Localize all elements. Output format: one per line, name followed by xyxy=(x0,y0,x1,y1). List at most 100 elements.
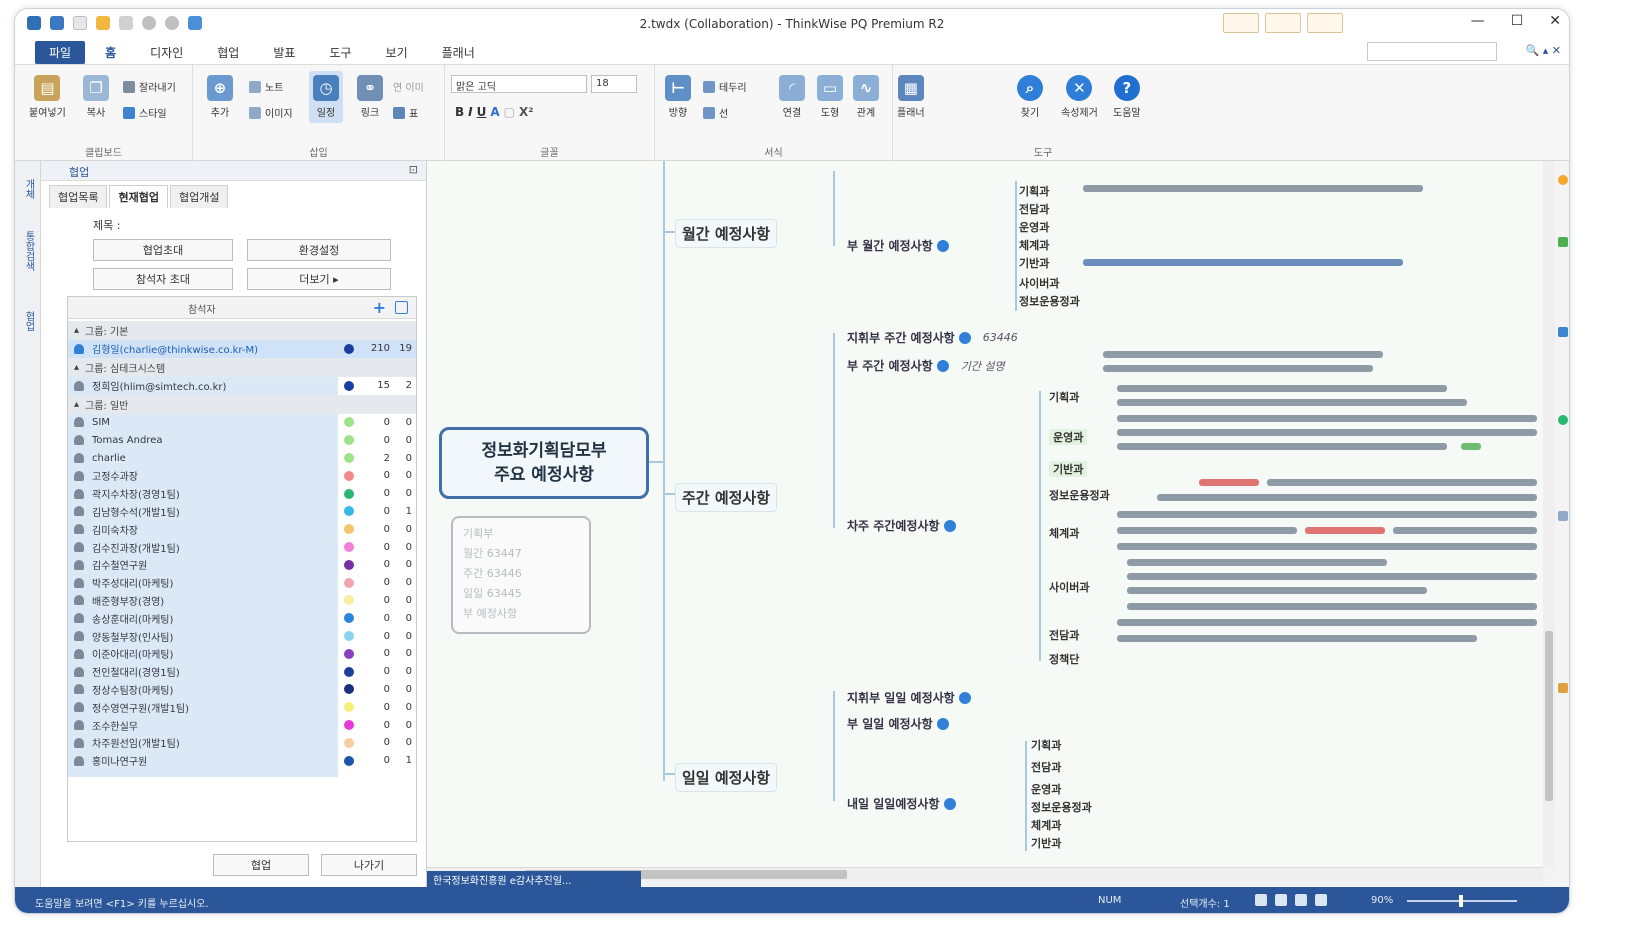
add-topic-button[interactable]: ⊕ 추가 xyxy=(207,75,233,119)
dept-weekly-dedicated[interactable]: 전담과 xyxy=(1049,627,1079,643)
group-header[interactable]: ▴ 그룹: 심테크시스템 xyxy=(68,357,416,377)
dept-daily-infra[interactable]: 기반과 xyxy=(1031,835,1061,851)
participant-row[interactable]: 곽지수차장(경영1팀) 0 0 xyxy=(68,485,416,503)
bold-icon[interactable]: B xyxy=(455,105,464,119)
dept-monthly-dedicated[interactable]: 전담과 xyxy=(1019,201,1049,217)
collapse-icon[interactable]: ▴ xyxy=(74,325,79,336)
view-outline-icon[interactable] xyxy=(1275,894,1287,906)
menu-home[interactable]: 홈 xyxy=(91,41,130,64)
highlight-icon[interactable]: ▢ xyxy=(504,105,515,119)
view-fit-icon[interactable] xyxy=(1315,894,1327,906)
subtopic-weekly[interactable]: 부 주간 예정사항 기간 설명 xyxy=(847,357,1005,374)
cut-button[interactable]: 잘라내기 xyxy=(123,79,176,94)
side-tab-collab[interactable]: 협업 xyxy=(21,311,36,331)
dept-monthly-operation[interactable]: 운영과 xyxy=(1019,219,1049,235)
find-button[interactable]: ⌕ 찾기 xyxy=(1017,75,1043,119)
participant-row[interactable]: 이준아대리(마케팅) 0 0 xyxy=(68,645,416,663)
participant-row[interactable]: 양동철부장(인사팀) 0 0 xyxy=(68,627,416,645)
dept-daily-ops-info[interactable]: 정보운용정과 xyxy=(1031,799,1092,815)
copy-button[interactable]: ❐ 복사 xyxy=(83,75,109,119)
help-button[interactable]: ? 도움말 xyxy=(1113,75,1141,119)
participant-row[interactable]: charlie 2 0 xyxy=(68,449,416,467)
mindmap-canvas[interactable]: 정보화기획담모부 주요 예정사항 기획부 월간 63447 주간 63446 일… xyxy=(427,161,1543,867)
subtopic-daily-next[interactable]: 내일 일일예정사항 xyxy=(847,795,956,812)
topic-daily[interactable]: 일일 예정사항 xyxy=(675,763,778,792)
superscript-icon[interactable]: X² xyxy=(519,105,534,119)
collapse-icon[interactable]: ▴ xyxy=(74,362,79,373)
participant-row[interactable]: 김형일(charlie@thinkwise.co.kr-M) 210 19 xyxy=(68,340,416,358)
participant-row[interactable]: 김미숙차장 0 0 xyxy=(68,520,416,538)
view-normal-icon[interactable] xyxy=(1255,894,1267,906)
collapse-icon[interactable]: ▴ xyxy=(74,399,79,410)
dept-daily-planning[interactable]: 기획과 xyxy=(1031,737,1061,753)
edit-icon[interactable] xyxy=(395,301,408,314)
globe-panel-icon[interactable] xyxy=(1558,415,1568,425)
vertical-scroll-thumb[interactable] xyxy=(1545,631,1553,801)
participant-row[interactable]: 고정수과장 0 0 xyxy=(68,467,416,485)
planner-button[interactable]: ▦ 플래너 xyxy=(897,75,925,119)
dept-weekly-operation[interactable]: 운영과 xyxy=(1049,429,1088,445)
participant-row[interactable]: 전인철대리(경영1팀) 0 0 xyxy=(68,663,416,681)
image-panel-icon[interactable] xyxy=(1558,237,1568,247)
dept-weekly-ops-info[interactable]: 정보운용정과 xyxy=(1049,487,1110,503)
dept-monthly-cyber[interactable]: 사이버과 xyxy=(1019,275,1059,291)
menu-collab[interactable]: 협업 xyxy=(203,41,253,64)
side-tab-search[interactable]: 통합검색 xyxy=(21,231,36,271)
dept-monthly-system[interactable]: 체계과 xyxy=(1019,237,1049,253)
vertical-scrollbar[interactable] xyxy=(1543,161,1555,867)
info-icon[interactable] xyxy=(1558,327,1568,337)
dept-daily-dedicated[interactable]: 전담과 xyxy=(1031,759,1061,775)
relation-button[interactable]: ∿ 관계 xyxy=(853,75,879,119)
folder-panel-icon[interactable] xyxy=(1558,683,1568,693)
menu-planner[interactable]: 플래너 xyxy=(428,41,489,64)
participant-row[interactable]: 홍미나연구원 0 1 xyxy=(68,752,416,770)
participant-row[interactable]: 송상훈대리(마케팅) 0 0 xyxy=(68,609,416,627)
direction-button[interactable]: ⊢ 방향 xyxy=(665,75,691,119)
group-header[interactable]: ▴ 그룹: 일반 xyxy=(68,394,416,414)
invite-member-button[interactable]: 참석자 초대 xyxy=(93,268,233,290)
font-family-select[interactable]: 맑은 고딕 xyxy=(451,75,587,93)
participant-row[interactable]: 조수한실무 0 0 xyxy=(68,716,416,734)
dept-daily-operation[interactable]: 운영과 xyxy=(1031,781,1061,797)
participant-row[interactable]: Tomas Andrea 0 0 xyxy=(68,431,416,449)
participant-row[interactable]: 김수진과장(개발1팀) 0 0 xyxy=(68,538,416,556)
participant-row[interactable]: 박주성대리(마케팅) 0 0 xyxy=(68,574,416,592)
subtopic-monthly[interactable]: 부 월간 예정사항 xyxy=(847,237,949,254)
dept-daily-system[interactable]: 체계과 xyxy=(1031,817,1061,833)
view-slide-icon[interactable] xyxy=(1295,894,1307,906)
more-insert-button[interactable]: 연 이미 xyxy=(393,79,424,94)
subtopic-daily[interactable]: 부 일일 예정사항 xyxy=(847,715,949,732)
minimize-button[interactable]: — xyxy=(1471,13,1485,29)
side-tab-objects[interactable]: 개체 xyxy=(21,179,36,199)
connect-button[interactable]: ◜ 연결 xyxy=(779,75,805,119)
menu-search-input[interactable] xyxy=(1367,42,1497,61)
menu-present[interactable]: 발표 xyxy=(259,41,309,64)
sheet-tab[interactable]: 한국정보화진흥원 e감사추진일... xyxy=(427,871,641,887)
participant-row[interactable]: 정수영연구원(개발1팀) 0 0 xyxy=(68,698,416,716)
subtopic-weekly-next[interactable]: 차주 주간예정사항 xyxy=(847,517,956,534)
participant-row[interactable]: 정희임(hlim@simtech.co.kr) 15 2 xyxy=(68,377,416,395)
participant-row[interactable]: 정상수팀장(마케팅) 0 0 xyxy=(68,681,416,699)
table-button[interactable]: 표 xyxy=(393,105,418,120)
zoom-slider-knob[interactable] xyxy=(1459,895,1463,907)
dept-weekly-policy[interactable]: 정책단 xyxy=(1049,651,1079,667)
idea-icon[interactable] xyxy=(1558,175,1568,185)
participant-row[interactable]: 배준형부장(경영) 0 0 xyxy=(68,592,416,610)
dept-monthly-ops-info[interactable]: 정보운용정과 xyxy=(1019,293,1080,309)
ribbon-options-icon[interactable]: 🔍 ▴ ✕ xyxy=(1526,44,1561,57)
participant-column-header[interactable]: 참석자 xyxy=(188,301,216,316)
topic-monthly[interactable]: 월간 예정사항 xyxy=(675,219,778,248)
image-button[interactable]: 이미지 xyxy=(249,105,293,120)
dept-weekly-cyber[interactable]: 사이버과 xyxy=(1049,579,1089,595)
collab-mode-icon[interactable] xyxy=(1223,13,1259,33)
font-size-select[interactable]: 18 xyxy=(591,75,637,93)
note-button[interactable]: 노트 xyxy=(249,79,283,94)
menu-tools[interactable]: 도구 xyxy=(315,41,365,64)
leave-button[interactable]: 나가기 xyxy=(321,854,417,876)
tab-collab-list[interactable]: 협업목록 xyxy=(49,185,108,208)
join-button[interactable]: 협업 xyxy=(213,854,309,876)
menu-design[interactable]: 디자인 xyxy=(136,41,197,64)
dept-monthly-planning[interactable]: 기획과 xyxy=(1019,183,1049,199)
format-painter-button[interactable]: 스타일 xyxy=(123,105,167,120)
participant-row[interactable]: 차주원선임(개발1팀) 0 0 xyxy=(68,734,416,752)
